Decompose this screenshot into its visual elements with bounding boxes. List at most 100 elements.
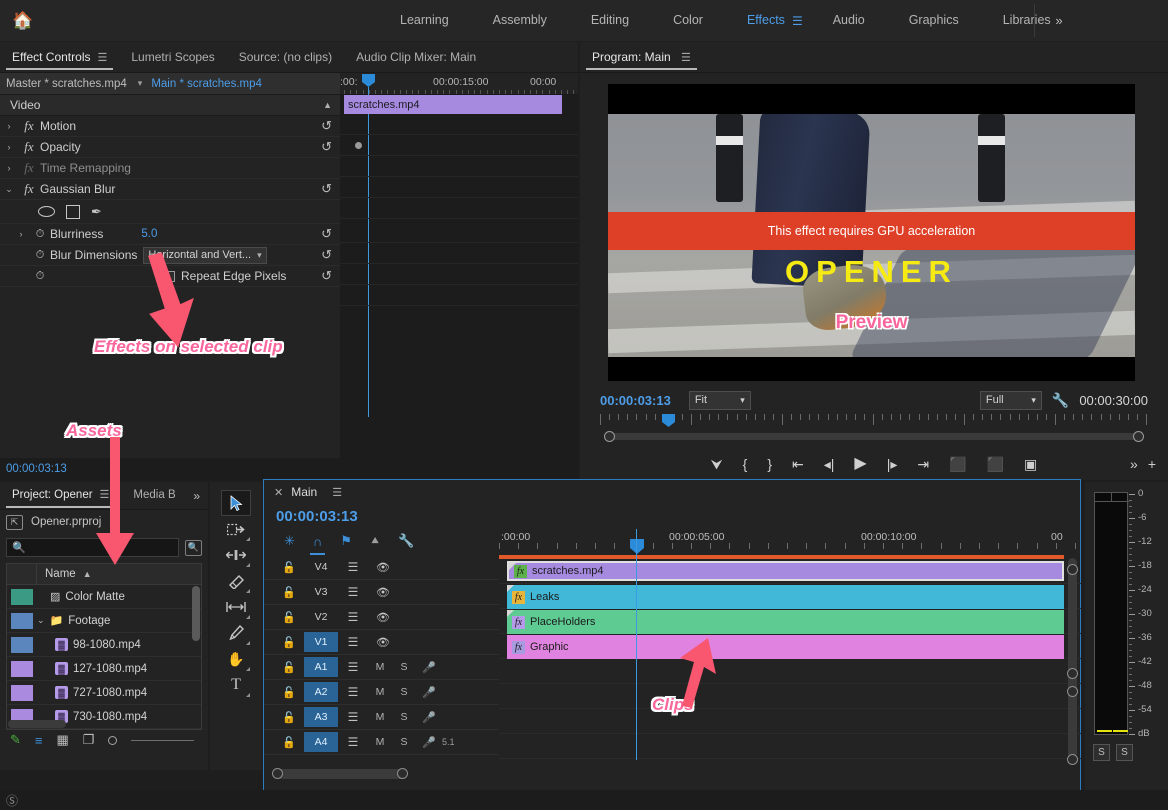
mute-track-button[interactable]: M — [368, 686, 392, 698]
workspace-tab-graphics[interactable]: Graphics — [887, 0, 981, 41]
project-item-row[interactable]: ▓127-1080.mp4 — [7, 657, 201, 681]
keyframe-lane[interactable] — [340, 135, 578, 156]
project-tabs-overflow[interactable]: » — [193, 489, 208, 503]
sync-lock-icon[interactable]: ☰ — [338, 660, 368, 674]
scroll-knob-top[interactable] — [1067, 564, 1078, 575]
voice-record-icon[interactable]: 🎤 — [416, 686, 442, 699]
timeline-ruler[interactable]: :00:0000:00:05:0000:00:10:0000 — [499, 529, 1081, 555]
timeline-clip-placeholders[interactable]: fxPlaceHolders — [507, 610, 1064, 634]
lock-track-icon[interactable]: 🔓 — [264, 636, 304, 649]
label-color-swatch[interactable] — [11, 661, 33, 677]
track-target-A4[interactable]: A4 — [304, 732, 338, 752]
effect-controls-timecode[interactable]: 00:00:03:13 — [0, 463, 67, 475]
settings-wrench-icon[interactable]: 🔧 — [1052, 392, 1069, 409]
new-item-pencil-icon[interactable]: ✎ — [10, 732, 21, 748]
hand-tool[interactable]: ✋ — [221, 646, 251, 672]
track-target-A3[interactable]: A3 — [304, 707, 338, 727]
project-item-row[interactable]: ▓98-1080.mp4 — [7, 633, 201, 657]
effect-row-opacity[interactable]: ›fxOpacity↺ — [0, 137, 340, 158]
chevron-right-icon[interactable]: › — [12, 229, 30, 239]
label-color-swatch[interactable] — [11, 589, 33, 605]
lift-icon[interactable]: ⬛ — [949, 457, 966, 471]
timeline-timecode[interactable]: 00:00:03:13 — [276, 508, 358, 525]
timeline-settings-icon[interactable]: 🔧 — [398, 533, 414, 549]
play-icon[interactable]: ▶ — [854, 456, 866, 472]
timeline-lane-A3[interactable] — [499, 709, 1081, 734]
effect-row-motion[interactable]: ›fxMotion↺ — [0, 116, 340, 137]
chevron-up-icon[interactable]: ▲ — [323, 100, 332, 110]
effect-row-time-remapping[interactable]: ›fxTime Remapping — [0, 158, 340, 179]
add-marker-icon[interactable]: ⮟ — [711, 457, 723, 471]
zoom-slider-track[interactable] — [131, 740, 194, 741]
scroll-knob-mid2[interactable] — [1067, 686, 1078, 697]
sync-lock-icon[interactable]: ☰ — [338, 685, 368, 699]
solo-track-button[interactable]: S — [392, 711, 416, 723]
voice-record-icon[interactable]: 🎤 — [416, 661, 442, 674]
keyframe-lane[interactable] — [340, 177, 578, 198]
timeline-sequence-name[interactable]: Main — [291, 485, 317, 499]
rectangle-mask-icon[interactable] — [66, 205, 80, 219]
keyframe-lane[interactable] — [340, 285, 578, 306]
master-clip-label[interactable]: Master * scratches.mp4 — [0, 78, 133, 90]
chevron-down-icon[interactable]: ⌄ — [0, 184, 18, 195]
meter-solo-button-2[interactable]: S — [1116, 744, 1133, 761]
workspace-tab-assembly[interactable]: Assembly — [471, 0, 569, 41]
workspace-menu-icon[interactable]: ☰ — [792, 14, 811, 28]
reset-icon[interactable]: ↺ — [321, 181, 332, 197]
label-color-swatch[interactable] — [11, 613, 33, 629]
zoom-slider-knob[interactable] — [108, 736, 117, 745]
icon-view-icon[interactable]: ▦ — [57, 732, 69, 748]
sync-lock-icon[interactable]: ☰ — [338, 735, 368, 749]
solo-track-button[interactable]: S — [392, 686, 416, 698]
voice-record-icon[interactable]: 🎤 — [416, 736, 442, 749]
timeline-clip-graphic[interactable]: fxGraphic — [507, 635, 1064, 659]
pen-tool[interactable] — [221, 620, 251, 646]
track-visibility-icon[interactable]: 👁 — [368, 611, 398, 624]
workspace-tab-editing[interactable]: Editing — [569, 0, 651, 41]
type-tool[interactable]: T — [221, 672, 251, 698]
mark-in-icon[interactable]: { — [743, 457, 748, 471]
mute-track-button[interactable]: M — [368, 661, 392, 673]
solo-track-button[interactable]: S — [392, 736, 416, 748]
reset-icon[interactable]: ↺ — [321, 247, 332, 263]
tab-effect-controls[interactable]: Effect Controls☰ — [0, 42, 119, 73]
track-visibility-icon[interactable]: 👁 — [368, 636, 398, 649]
reset-icon[interactable]: ↺ — [321, 118, 332, 134]
linked-selection-icon[interactable]: ⚑ — [340, 533, 352, 549]
pen-mask-icon[interactable]: ✒ — [91, 204, 102, 220]
project-item-row[interactable]: ▓727-1080.mp4 — [7, 681, 201, 705]
snap-icon[interactable]: ∩ — [313, 534, 322, 549]
panel-menu-icon[interactable]: ☰ — [332, 486, 342, 499]
parent-bin-icon[interactable]: ⇱ — [6, 515, 23, 530]
workspace-overflow-button[interactable]: » — [1044, 0, 1074, 41]
workspace-tab-learning[interactable]: Learning — [378, 0, 471, 41]
param-value[interactable]: 5.0 — [141, 228, 157, 240]
mute-track-button[interactable]: M — [368, 736, 392, 748]
panel-menu-icon[interactable]: ☰ — [97, 43, 107, 74]
program-current-time[interactable]: 00:00:03:13 — [600, 393, 671, 408]
mark-out-icon[interactable]: } — [767, 457, 772, 471]
selection-tool[interactable] — [221, 490, 251, 516]
tab-source-no-clips[interactable]: Source: (no clips) — [227, 42, 344, 73]
export-frame-icon[interactable]: ▣ — [1024, 457, 1037, 471]
lock-track-icon[interactable]: 🔓 — [264, 586, 304, 599]
effect-timeline-ruler[interactable]: :00:00:00:15:0000:00 — [340, 73, 578, 95]
keyframe-lane[interactable] — [340, 264, 578, 285]
solo-track-button[interactable]: S — [392, 661, 416, 673]
fit-zoom-select[interactable]: Fit ▾ — [689, 391, 751, 410]
track-target-V1[interactable]: V1 — [304, 632, 338, 652]
sync-lock-icon[interactable]: ☰ — [338, 710, 368, 724]
tab-audio-clip-mixer-main[interactable]: Audio Clip Mixer: Main — [344, 42, 488, 73]
go-to-out-icon[interactable]: ⇥ — [917, 457, 929, 471]
reset-icon[interactable]: ↺ — [321, 226, 332, 242]
track-target-V2[interactable]: V2 — [304, 607, 338, 627]
program-playhead[interactable] — [662, 414, 675, 427]
keyframe-lane[interactable] — [340, 198, 578, 219]
audio-meter-display[interactable] — [1094, 492, 1128, 735]
program-monitor-stage[interactable]: This effect requires GPU acceleration OP… — [608, 84, 1135, 381]
mute-track-button[interactable]: M — [368, 711, 392, 723]
track-target-V4[interactable]: V4 — [304, 557, 338, 577]
more-icon[interactable]: » — [1130, 457, 1138, 471]
keyframe-lane[interactable] — [340, 222, 578, 243]
go-to-in-icon[interactable]: ⇤ — [792, 457, 804, 471]
